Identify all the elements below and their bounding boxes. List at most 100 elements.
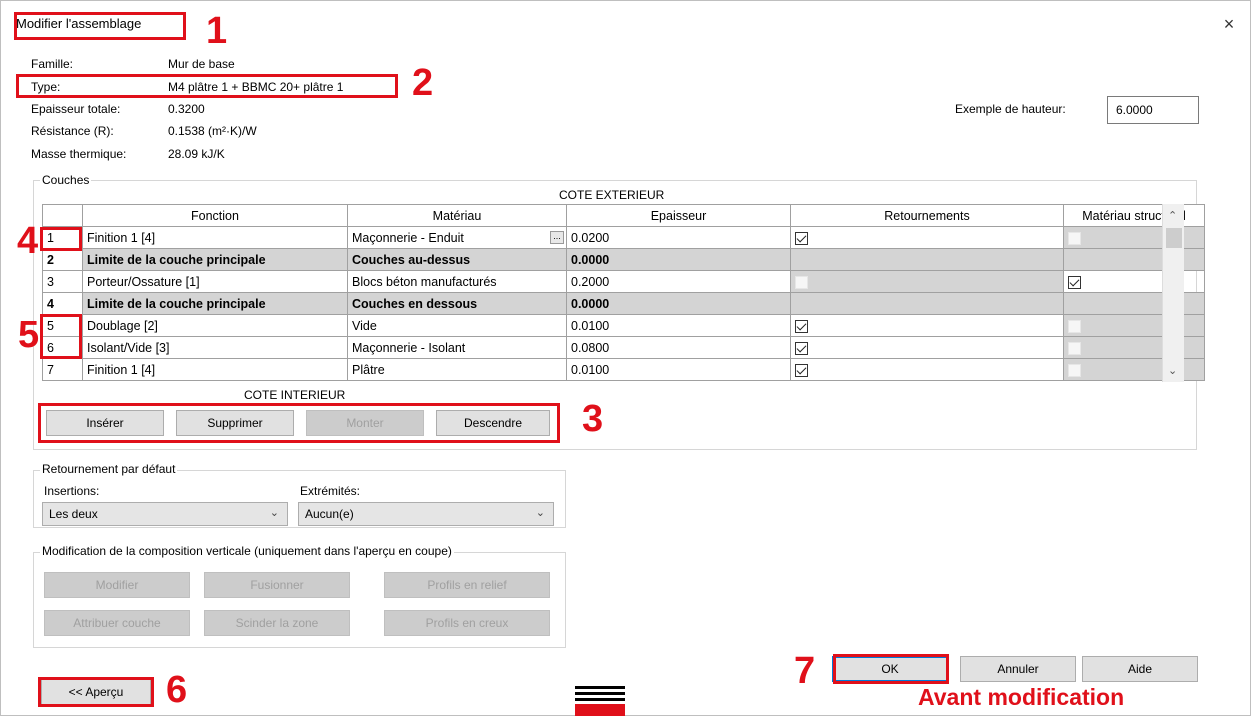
insertions-select[interactable]: Les deux ⌄ [42, 502, 288, 526]
layers-group-label: Couches [40, 173, 92, 187]
relief-profiles-button[interactable]: Profils en relief [384, 572, 550, 598]
row-fonction[interactable]: Doublage [2] [82, 314, 348, 337]
extremites-select[interactable]: Aucun(e) ⌄ [298, 502, 554, 526]
table-corner [42, 204, 83, 227]
row-retournement-cell [790, 336, 1064, 359]
height-input[interactable]: 6.0000 [1107, 96, 1199, 124]
chevron-down-icon: ⌄ [269, 507, 279, 519]
row-fonction[interactable]: Finition 1 [4] [82, 358, 348, 381]
row-epaisseur: 0.0000 [566, 292, 791, 315]
annotation-box-title [14, 12, 186, 40]
row-epaisseur[interactable]: 0.0100 [566, 358, 791, 381]
row-number[interactable]: 3 [42, 270, 83, 293]
row-retournement-cell [790, 270, 1064, 293]
annotation-number-6: 6 [166, 669, 188, 711]
insertions-label: Insertions: [44, 484, 100, 498]
annotation-number-5: 5 [18, 314, 40, 356]
annotation-box-type [16, 74, 398, 98]
row-materiau[interactable]: Maçonnerie - Enduit ... [347, 226, 567, 249]
annotation-number-4: 4 [17, 220, 39, 262]
col-header-retournements[interactable]: Retournements [790, 204, 1064, 227]
recess-profiles-button[interactable]: Profils en creux [384, 610, 550, 636]
row-epaisseur[interactable]: 0.0100 [566, 314, 791, 337]
row-fonction[interactable]: Isolant/Vide [3] [82, 336, 348, 359]
col-header-materiau[interactable]: Matériau [347, 204, 567, 227]
annotation-number-2: 2 [412, 62, 434, 104]
row-number[interactable]: 2 [42, 248, 83, 271]
interior-side-label: COTE INTERIEUR [244, 388, 346, 402]
annotation-number-3: 3 [582, 398, 604, 440]
table-row[interactable]: 4 Limite de la couche principale Couches… [42, 292, 1205, 315]
structurel-checkbox [1068, 341, 1081, 355]
masse-label: Masse thermique: [31, 147, 127, 161]
annotation-number-1: 1 [206, 10, 228, 52]
table-row[interactable]: 5 Doublage [2] Vide 0.0100 [42, 314, 1205, 337]
epaisseur-value: 0.3200 [168, 102, 205, 116]
table-row[interactable]: 7 Finition 1 [4] Plâtre 0.0100 [42, 358, 1205, 381]
row-materiau-text: Maçonnerie - Enduit [352, 230, 464, 245]
cancel-button[interactable]: Annuler [960, 656, 1076, 682]
row-retournement-cell [790, 314, 1064, 337]
row-epaisseur[interactable]: 0.2000 [566, 270, 791, 293]
structurel-checkbox [1068, 319, 1081, 333]
annotation-caption: Avant modification [918, 684, 1125, 710]
table-row[interactable]: 6 Isolant/Vide [3] Maçonnerie - Isolant … [42, 336, 1205, 359]
row-materiau: Couches au-dessus [347, 248, 567, 271]
famille-label: Famille: [31, 57, 74, 71]
row-fonction[interactable]: Finition 1 [4] [82, 226, 348, 249]
stripe-line [575, 686, 625, 689]
merge-button[interactable]: Fusionner [204, 572, 350, 598]
structurel-checkbox [1068, 231, 1081, 245]
row-retournement-cell [790, 358, 1064, 381]
modify-button[interactable]: Modifier [44, 572, 190, 598]
col-header-fonction[interactable]: Fonction [82, 204, 348, 227]
resistance-label: Résistance (R): [31, 124, 114, 138]
annotation-number-7: 7 [794, 650, 816, 692]
stripe-line [575, 692, 625, 695]
retournement-checkbox[interactable] [795, 363, 808, 377]
browse-material-button[interactable]: ... [550, 231, 564, 244]
annotation-box-rows-5-6 [40, 314, 82, 359]
row-retournement-cell [790, 226, 1064, 249]
row-materiau[interactable]: Maçonnerie - Isolant [347, 336, 567, 359]
row-materiau[interactable]: Vide [347, 314, 567, 337]
table-row[interactable]: 3 Porteur/Ossature [1] Blocs béton manuf… [42, 270, 1205, 293]
layers-scrollbar[interactable]: ⌃ ⌄ [1162, 204, 1184, 382]
stripe-line [575, 698, 625, 701]
table-row[interactable]: 2 Limite de la couche principale Couches… [42, 248, 1205, 271]
row-epaisseur[interactable]: 0.0200 [566, 226, 791, 249]
row-epaisseur: 0.0000 [566, 248, 791, 271]
row-materiau[interactable]: Plâtre [347, 358, 567, 381]
row-epaisseur[interactable]: 0.0800 [566, 336, 791, 359]
scroll-down-icon[interactable]: ⌄ [1168, 364, 1177, 377]
annotation-box-preview [38, 677, 154, 707]
annotation-box-layer-buttons [38, 403, 560, 443]
retournement-checkbox[interactable] [795, 319, 808, 333]
close-icon[interactable]: × [1220, 14, 1238, 35]
row-number[interactable]: 4 [42, 292, 83, 315]
scroll-thumb[interactable] [1166, 228, 1182, 248]
row-fonction: Limite de la couche principale [82, 292, 348, 315]
assign-layer-button[interactable]: Attribuer couche [44, 610, 190, 636]
row-fonction[interactable]: Porteur/Ossature [1] [82, 270, 348, 293]
row-number[interactable]: 7 [42, 358, 83, 381]
row-materiau[interactable]: Blocs béton manufacturés [347, 270, 567, 293]
split-zone-button[interactable]: Scinder la zone [204, 610, 350, 636]
col-header-epaisseur[interactable]: Epaisseur [566, 204, 791, 227]
retournement-checkbox[interactable] [795, 231, 808, 245]
retournement-checkbox[interactable] [795, 341, 808, 355]
wrap-defaults-label: Retournement par défaut [40, 462, 178, 476]
insertions-value: Les deux [49, 507, 98, 521]
table-row[interactable]: 1 Finition 1 [4] Maçonnerie - Enduit ...… [42, 226, 1205, 249]
vertical-group-label: Modification de la composition verticale… [40, 544, 454, 558]
exterior-side-label: COTE EXTERIEUR [559, 188, 665, 202]
help-button[interactable]: Aide [1082, 656, 1198, 682]
structurel-checkbox[interactable] [1068, 275, 1081, 289]
epaisseur-label: Epaisseur totale: [31, 102, 121, 116]
extremites-label: Extrémités: [300, 484, 361, 498]
structurel-checkbox [1068, 363, 1081, 377]
row-retournement-cell [790, 248, 1064, 271]
chevron-down-icon: ⌄ [535, 507, 545, 519]
famille-value: Mur de base [168, 57, 235, 71]
scroll-up-icon[interactable]: ⌃ [1168, 209, 1177, 222]
